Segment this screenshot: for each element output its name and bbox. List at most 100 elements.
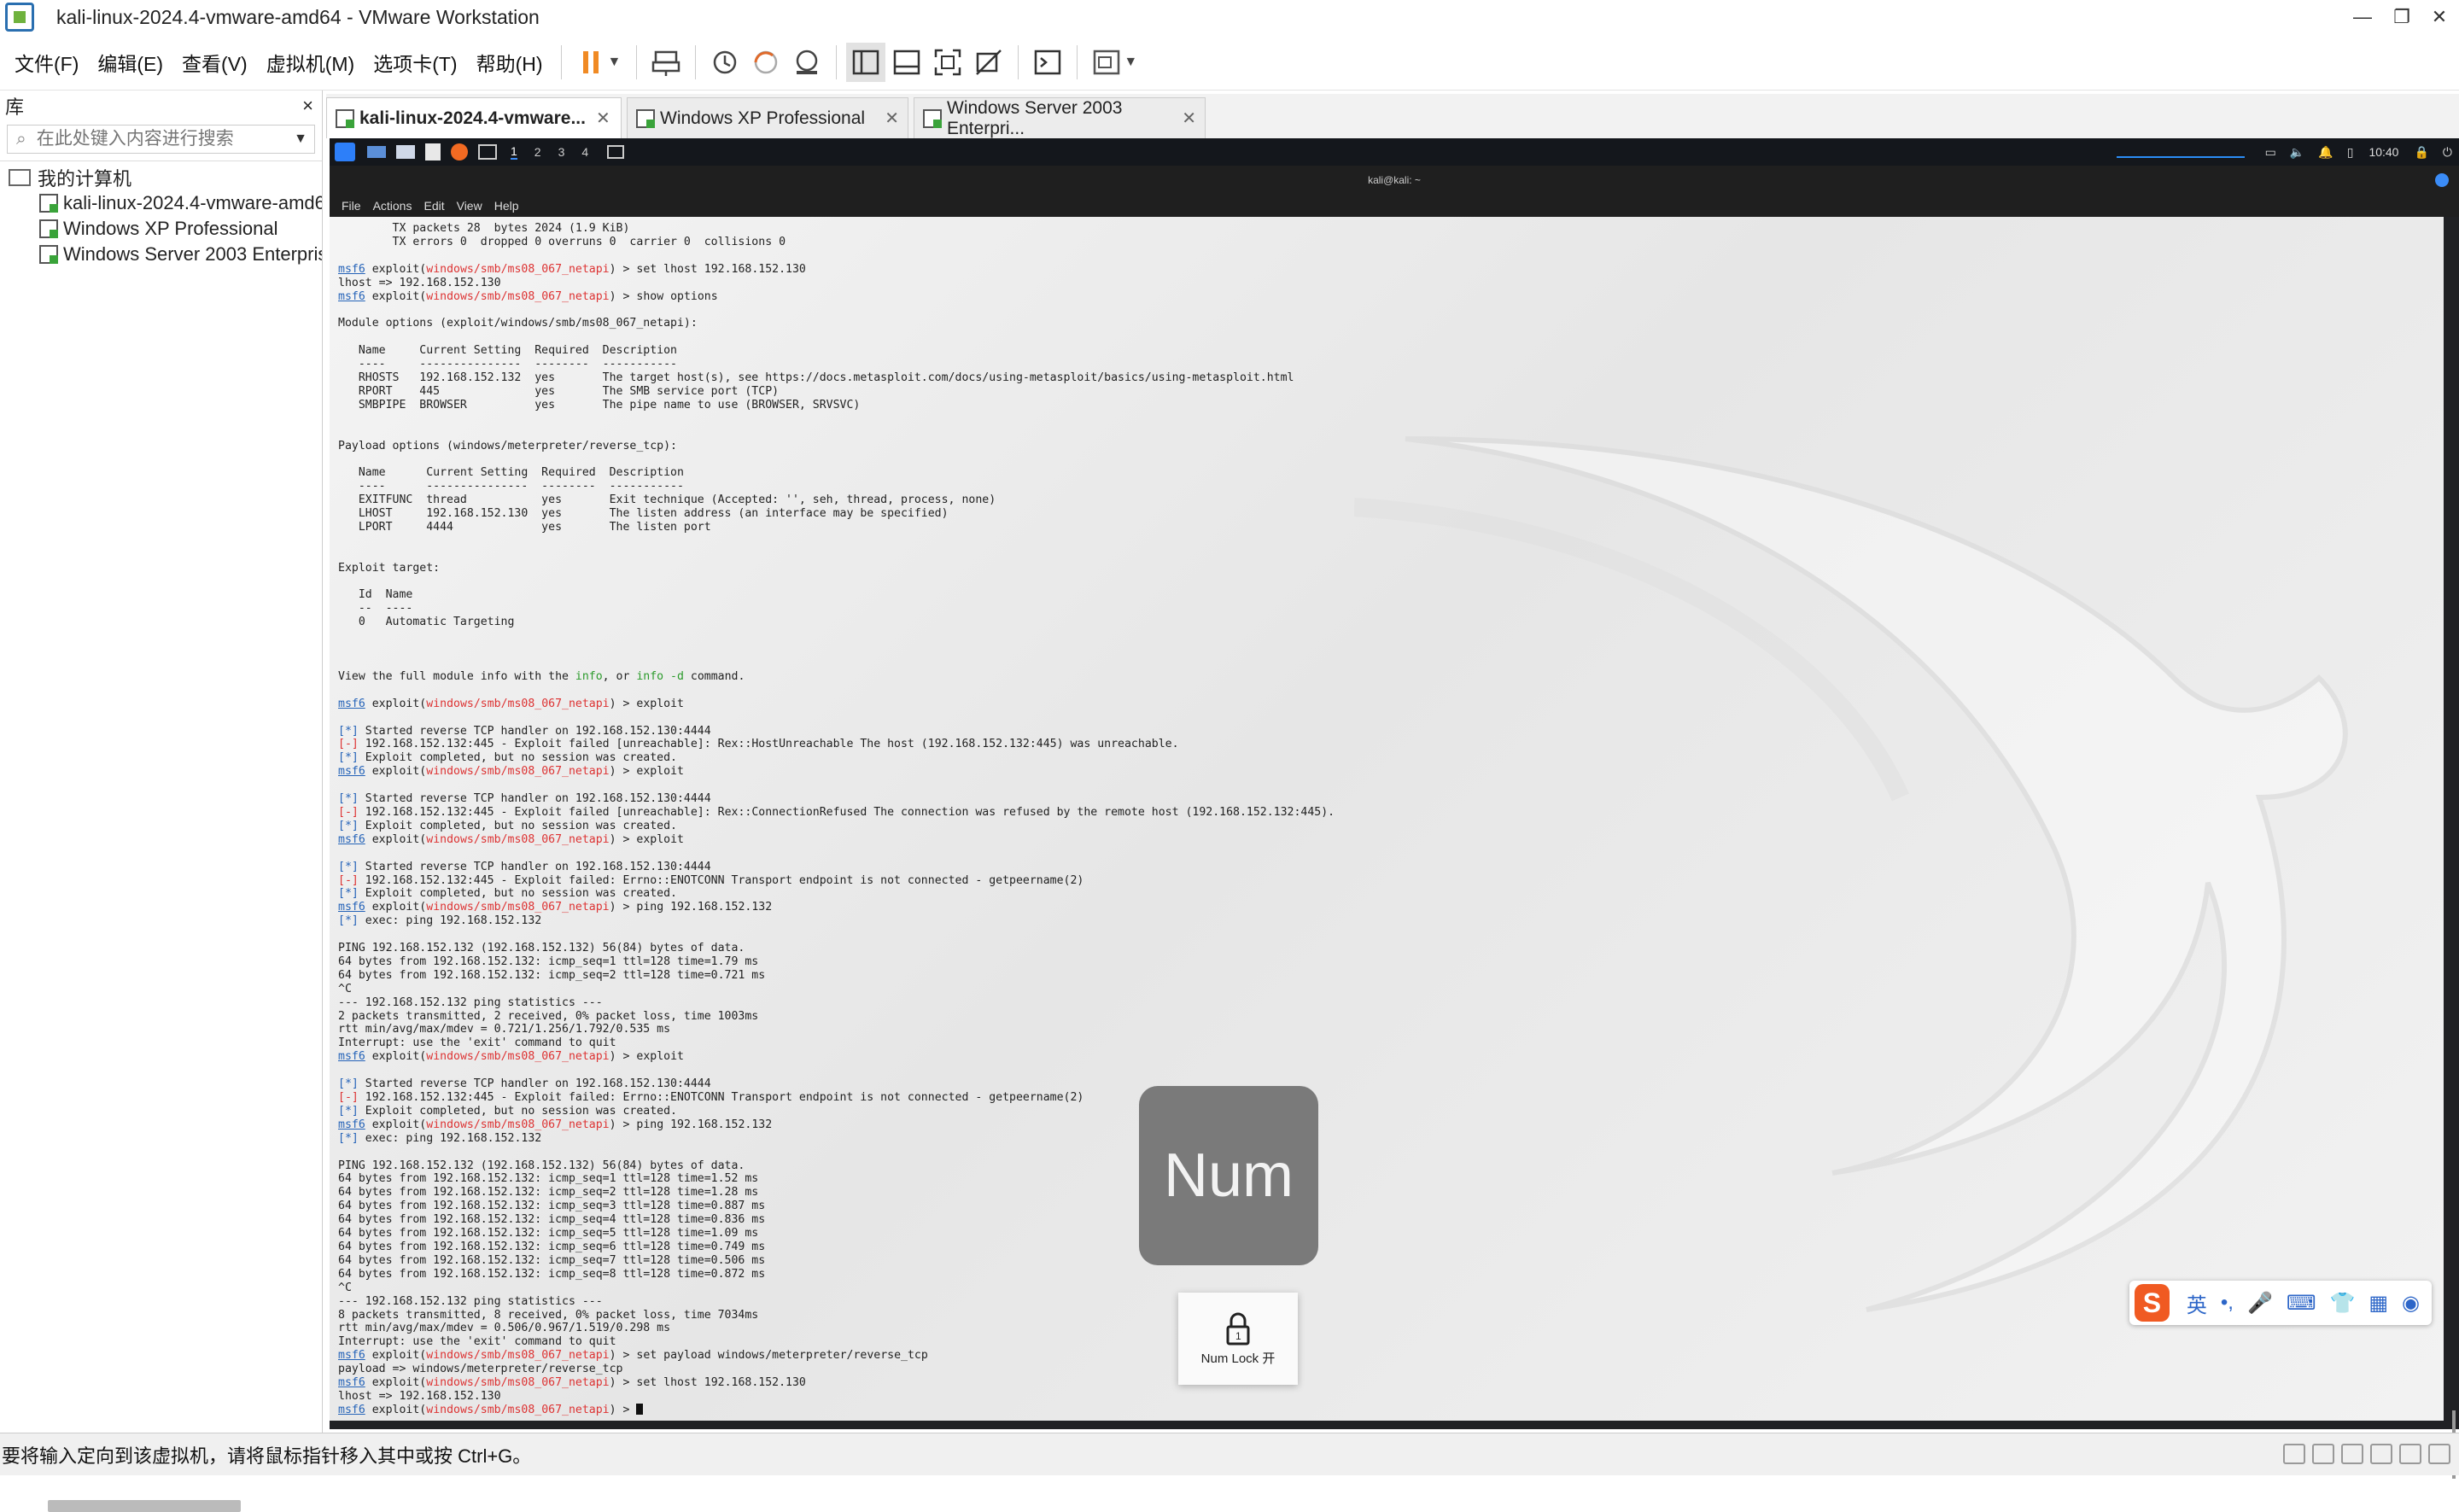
keyboard-icon[interactable]: ⌨: [2287, 1291, 2316, 1316]
terminal-output[interactable]: TX packets 28 bytes 2024 (1.9 KiB) TX er…: [330, 217, 2444, 1421]
tree-item-kali[interactable]: kali-linux-2024.4-vmware-amd64: [0, 190, 322, 216]
menu-edit[interactable]: 编辑(E): [88, 48, 172, 77]
library-search-input[interactable]: [36, 129, 295, 149]
sogou-logo-icon[interactable]: S: [2135, 1284, 2170, 1322]
battery-icon[interactable]: ▯: [2347, 145, 2354, 160]
terminal-line: Name Current Setting Required Descriptio…: [338, 466, 684, 480]
terminal-colored-text: windows/smb/ms08_067_netapi: [426, 901, 610, 914]
tab-label: Windows XP Professional: [660, 108, 866, 128]
editor-icon[interactable]: [425, 143, 441, 161]
hard-disk-icon[interactable]: [2283, 1444, 2305, 1464]
ime-lang-toggle[interactable]: 英: [2187, 1288, 2207, 1318]
msf-prompt: msf6: [338, 765, 365, 779]
skin-icon[interactable]: 👕: [2329, 1291, 2355, 1316]
toolbar-separator: [560, 44, 562, 79]
workspace-4[interactable]: 4: [581, 145, 588, 159]
terminal-line: SMBPIPE BROWSER yes The pipe name to use…: [338, 398, 861, 412]
close-icon[interactable]: ✕: [885, 108, 899, 129]
close-button[interactable]: ✕: [2420, 0, 2459, 34]
revert-snapshot-button[interactable]: [746, 43, 786, 82]
volume-icon[interactable]: 🔈: [2290, 145, 2304, 160]
window-title: kali-linux-2024.4-vmware-amd64 - VMware …: [56, 5, 540, 28]
snapshot-manager-button[interactable]: [787, 43, 826, 82]
notification-bell-icon[interactable]: 🔔: [2318, 145, 2333, 160]
toolbar-separator: [1077, 44, 1078, 79]
ime-mascot-icon[interactable]: ◉: [2402, 1291, 2420, 1316]
restore-button[interactable]: ❐: [2382, 0, 2421, 34]
terminal-menu-help[interactable]: Help: [494, 199, 519, 213]
terminal-launcher-icon[interactable]: [478, 144, 497, 160]
terminal-line: TX errors 0 dropped 0 overruns 0 carrier…: [338, 235, 786, 248]
chevron-down-icon[interactable]: ▼: [294, 131, 307, 147]
stretch-guest-button[interactable]: [1087, 43, 1126, 82]
display-icon[interactable]: ▭: [2265, 145, 2276, 160]
terminal-colored-text: windows/smb/ms08_067_netapi: [426, 832, 610, 846]
menu-vm[interactable]: 虚拟机(M): [257, 48, 364, 77]
chevron-down-icon[interactable]: ▼: [608, 55, 622, 70]
library-search-box[interactable]: ⌕ ▼: [7, 125, 315, 154]
ime-toolbar[interactable]: S 英 •, 🎤 ⌨ 👕 ▦ ◉: [2129, 1281, 2432, 1325]
tab-kali[interactable]: kali-linux-2024.4-vmware... ✕: [326, 97, 622, 138]
thumbnail-bar-button[interactable]: [887, 43, 926, 82]
minimize-button[interactable]: —: [2343, 0, 2382, 34]
menu-view[interactable]: 查看(V): [172, 48, 257, 77]
show-library-button[interactable]: [846, 42, 886, 82]
menu-help[interactable]: 帮助(H): [467, 48, 552, 77]
desktop-icon[interactable]: [367, 146, 386, 158]
power-icon[interactable]: ⏻: [2443, 145, 2452, 160]
firefox-icon[interactable]: [451, 143, 468, 161]
cd-icon[interactable]: [2399, 1444, 2421, 1464]
menu-tabs[interactable]: 选项卡(T): [364, 48, 466, 77]
usb-icon[interactable]: [2370, 1444, 2392, 1464]
terminal-line: TX packets 28 bytes 2024 (1.9 KiB): [338, 222, 630, 235]
terminal-menu-file[interactable]: File: [342, 199, 361, 213]
terminal-line: RHOSTS 192.168.152.132 yes The target ho…: [338, 371, 1294, 384]
pause-button[interactable]: [571, 43, 610, 82]
send-ctrl-alt-del-button[interactable]: [646, 43, 686, 82]
terminal-line: ---- --------------- -------- ----------…: [338, 358, 677, 371]
sound-icon[interactable]: [2341, 1444, 2363, 1464]
terminal-line: [*] exec: ping 192.168.152.132: [338, 914, 542, 928]
library-horizontal-scrollbar[interactable]: [48, 1500, 241, 1512]
full-screen-button[interactable]: [928, 43, 967, 82]
toolbox-grid-icon[interactable]: ▦: [2368, 1291, 2388, 1316]
lock-icon[interactable]: 🔒: [2414, 145, 2428, 160]
network-adapter-icon[interactable]: [2312, 1444, 2334, 1464]
terminal-line: Exploit target:: [338, 561, 441, 575]
terminal-line: --- 192.168.152.132 ping statistics ---: [338, 995, 603, 1009]
sidebar-layout-icon: [853, 50, 879, 74]
bottom-panel-layout-icon: [894, 50, 920, 74]
close-icon[interactable]: ✕: [596, 108, 610, 129]
console-view-button[interactable]: [1028, 43, 1067, 82]
guest-display[interactable]: 1 2 3 4 ▭ 🔈 🔔 ▯ 10:40 🔒 ⏻ kali@kali: ~ F…: [330, 138, 2459, 1479]
ime-punct-toggle[interactable]: •,: [2221, 1291, 2234, 1315]
terminal-line: ^C: [338, 982, 352, 995]
tree-item-winxp[interactable]: Windows XP Professional: [0, 216, 322, 242]
files-icon[interactable]: [396, 145, 415, 159]
terminal-menu-edit[interactable]: Edit: [423, 199, 444, 213]
close-icon[interactable]: ✕: [1182, 108, 1196, 129]
terminal-menu-view[interactable]: View: [457, 199, 482, 213]
snapshot-button[interactable]: [705, 43, 745, 82]
tree-item-win2003[interactable]: Windows Server 2003 Enterprise: [0, 242, 322, 267]
terminal-task-icon[interactable]: [607, 145, 625, 159]
tab-winxp[interactable]: Windows XP Professional ✕: [627, 97, 908, 138]
terminal-line: msf6 exploit(windows/smb/ms08_067_netapi…: [338, 901, 773, 914]
workspace-1[interactable]: 1: [511, 144, 517, 160]
workspace-2[interactable]: 2: [534, 145, 541, 159]
menu-file[interactable]: 文件(F): [5, 48, 88, 77]
tree-root-my-computer[interactable]: 我的计算机: [0, 165, 322, 190]
library-close-icon[interactable]: ×: [302, 95, 313, 117]
microphone-icon[interactable]: 🎤: [2247, 1291, 2273, 1316]
num-lock-label: Num Lock 开: [1200, 1351, 1276, 1366]
terminal-menu-actions[interactable]: Actions: [373, 199, 412, 213]
display-icon[interactable]: [2428, 1444, 2450, 1464]
chevron-down-icon[interactable]: ▼: [1124, 55, 1137, 70]
terminal-close-icon[interactable]: [2435, 173, 2449, 187]
tab-win2003[interactable]: Windows Server 2003 Enterpri... ✕: [914, 97, 1206, 138]
workspace-3[interactable]: 3: [558, 145, 565, 159]
kali-menu-icon[interactable]: [335, 143, 355, 161]
unity-button[interactable]: [969, 43, 1008, 82]
